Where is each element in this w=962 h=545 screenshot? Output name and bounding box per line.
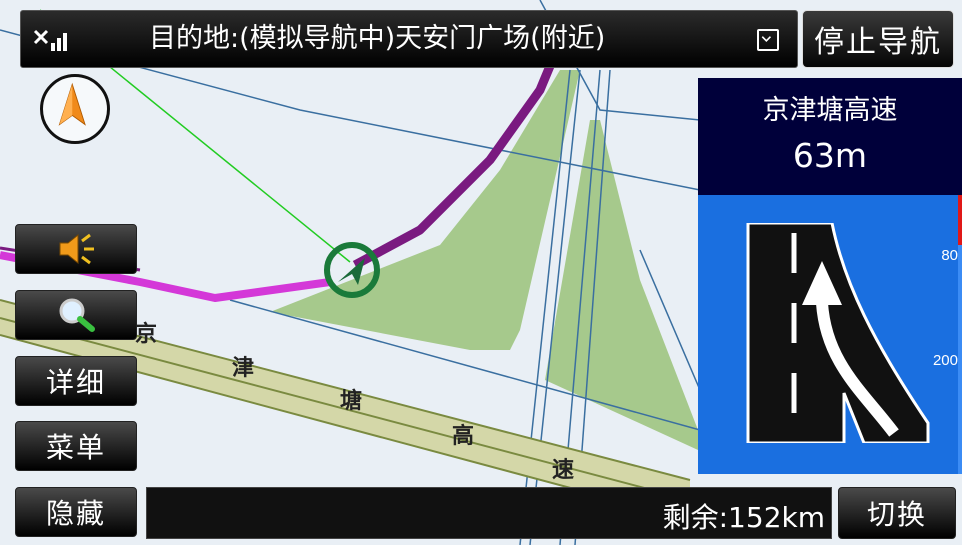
stop-navigation-button[interactable]: 停止导航 (802, 10, 954, 68)
next-road-name: 京津塘高速 (762, 95, 898, 126)
search-button[interactable] (15, 290, 137, 340)
switch-button[interactable]: 切换 (838, 487, 956, 539)
speaker-icon (59, 233, 94, 265)
guidance-panel: 京津塘高速 63m 80 200 (698, 78, 962, 474)
map-road-label: 京 (135, 322, 158, 347)
lane-guidance: 80 200 (698, 195, 962, 474)
compass-icon[interactable] (40, 74, 110, 144)
map-road-label: 塘 (340, 389, 363, 414)
map-road-label: 津 (232, 356, 255, 381)
hide-button[interactable]: 隐藏 (15, 487, 137, 537)
distance-scale-progress (958, 195, 962, 245)
remaining-distance: 剩余:152km (662, 501, 825, 534)
map-road-label: 速 (552, 458, 575, 483)
guidance-header: 京津塘高速 63m (698, 78, 962, 195)
destination-bar[interactable]: 目的地:(模拟导航中)天安门广场(附近) (20, 10, 798, 68)
merge-right-lane-icon (746, 223, 930, 443)
destination-text: 目的地:(模拟导航中)天安门广场(附近) (149, 23, 606, 54)
scale-tick: 200 (932, 352, 958, 369)
detail-button[interactable]: 详细 (15, 356, 137, 406)
dropdown-icon[interactable] (757, 29, 779, 51)
scale-tick: 80 (941, 247, 958, 264)
status-bar: 剩余:152km (146, 487, 832, 539)
menu-button[interactable]: 菜单 (15, 421, 137, 471)
signal-icon (33, 29, 67, 51)
sound-button[interactable] (15, 224, 137, 274)
turn-distance: 63m (792, 136, 868, 175)
map-road-label: 高 (452, 424, 475, 449)
magnifier-icon (59, 298, 95, 332)
